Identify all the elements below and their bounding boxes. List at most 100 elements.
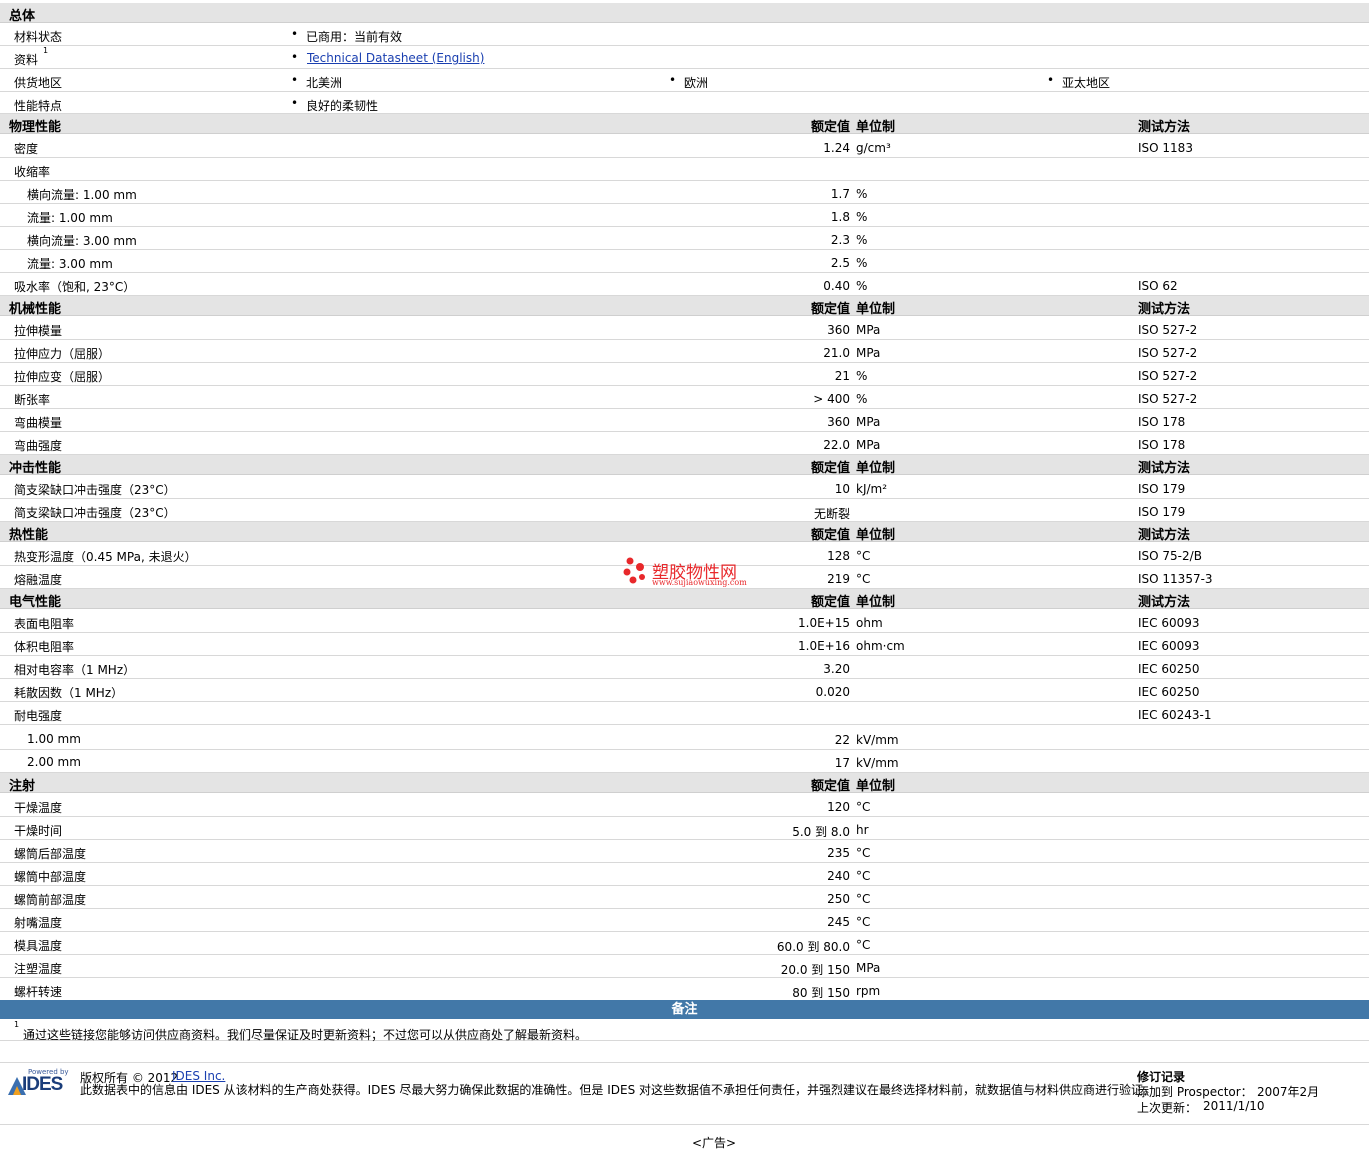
- property-label: 干燥温度: [14, 801, 63, 815]
- property-value: 22: [834, 733, 850, 747]
- spacer-row: [0, 1042, 1369, 1063]
- property-label: 2.00 mm: [27, 755, 81, 769]
- property-label: 弯曲强度: [14, 439, 63, 453]
- footer-divider: [0, 1124, 1369, 1125]
- property-value: 245: [827, 915, 850, 929]
- property-row: 耗散因数（1 MHz） 0.020 IEC 60250: [0, 679, 1369, 702]
- property-method: ISO 11357-3: [1138, 572, 1213, 586]
- property-row: 简支梁缺口冲击强度（23°C） 10 kJ/m² ISO 179: [0, 476, 1369, 499]
- property-unit: °C: [856, 846, 871, 860]
- property-label: 吸水率（饱和, 23°C）: [14, 280, 136, 294]
- property-label: 熔融温度: [14, 573, 63, 587]
- property-row: 拉伸应变（屈服） 21% ISO 527-2: [0, 363, 1369, 386]
- property-value: 240: [827, 869, 850, 883]
- property-method: ISO 179: [1138, 482, 1186, 496]
- overview-row: 资料 1 Technical Datasheet (English) •: [0, 46, 1369, 69]
- overview-item: 良好的柔韧性: [306, 99, 379, 113]
- property-row: 干燥时间 5.0 到 8.0 hr: [0, 817, 1369, 840]
- property-unit: °C: [856, 915, 871, 929]
- revision-added-label: 添加到 Prospector：: [1137, 1085, 1253, 1099]
- property-value: 2.5: [830, 256, 850, 270]
- revision-updated-value: 2011/1/10: [1203, 1099, 1265, 1113]
- overview-item: 北美洲: [306, 76, 343, 90]
- property-unit: %: [856, 233, 868, 247]
- property-label: 流量: 1.00 mm: [27, 211, 113, 225]
- section-header-overview: 总体: [0, 3, 1369, 24]
- property-value: 1.0E+16: [798, 639, 850, 653]
- property-label: 拉伸模量: [14, 324, 63, 338]
- section-header: 冲击性能 额定值 单位制 测试方法: [0, 455, 1369, 476]
- property-value: 360: [827, 323, 850, 337]
- ad-label: <广告>: [692, 1136, 737, 1150]
- property-row: 螺筒中部温度 240 °C: [0, 863, 1369, 886]
- property-label: 横向流量: 3.00 mm: [27, 234, 137, 248]
- company-link[interactable]: IDES Inc.: [172, 1069, 225, 1083]
- property-value: > 400: [813, 392, 850, 406]
- property-value: 22.0: [823, 438, 850, 452]
- property-unit: MPa: [856, 346, 881, 360]
- property-label: 简支梁缺口冲击强度（23°C）: [14, 483, 176, 497]
- overview-row: 性能特点 • 良好的柔韧性: [0, 92, 1369, 114]
- section-title: 电气性能: [9, 595, 62, 610]
- property-label: 收缩率: [14, 165, 51, 179]
- watermark: 塑胶物性网 www.sujiaowuxing.com: [620, 555, 760, 595]
- property-method: ISO 75-2/B: [1138, 549, 1202, 563]
- footer-disclaimer: 此数据表中的信息由 IDES 从该材料的生产商处获得。IDES 尽最大努力确保此…: [80, 1083, 1156, 1097]
- property-method: ISO 527-2: [1138, 369, 1198, 383]
- header-method: 测试方法: [1138, 528, 1191, 543]
- bullet-icon: •: [1047, 73, 1055, 87]
- overview-item: 亚太地区: [1062, 76, 1111, 90]
- property-unit: %: [856, 210, 868, 224]
- property-row: 表面电阻率 1.0E+15 ohm IEC 60093: [0, 610, 1369, 633]
- header-method: 测试方法: [1138, 120, 1191, 135]
- property-label: 弯曲模量: [14, 416, 63, 430]
- property-row: 吸水率（饱和, 23°C） 0.40% ISO 62: [0, 273, 1369, 296]
- property-method: IEC 60243-1: [1138, 708, 1212, 722]
- property-unit: °C: [856, 549, 871, 563]
- property-method: ISO 1183: [1138, 141, 1193, 155]
- header-unit: 单位制: [856, 779, 896, 794]
- property-value: 250: [827, 892, 850, 906]
- property-value: 1.0E+15: [798, 616, 850, 630]
- property-value: 120: [827, 800, 850, 814]
- property-label: 螺杆转速: [14, 985, 63, 999]
- datasheet-link[interactable]: Technical Datasheet (English): [307, 51, 484, 65]
- property-label: 1.00 mm: [27, 732, 81, 746]
- header-unit: 单位制: [856, 595, 896, 610]
- property-value: 0.40: [823, 279, 850, 293]
- property-row: 横向流量: 3.00 mm 2.3%: [0, 227, 1369, 250]
- property-label: 断张率: [14, 393, 51, 407]
- property-row: 弯曲模量 360 MPa ISO 178: [0, 409, 1369, 432]
- bullet-icon: •: [291, 50, 299, 64]
- section-title: 冲击性能: [9, 461, 62, 476]
- property-value: 80 到 150: [792, 986, 850, 1000]
- property-row: 拉伸模量 360 MPa ISO 527-2: [0, 317, 1369, 340]
- property-unit: °C: [856, 572, 871, 586]
- property-label: 体积电阻率: [14, 640, 75, 654]
- property-row: 螺筒后部温度 235 °C: [0, 840, 1369, 863]
- footnote-marker: 1: [43, 46, 49, 55]
- property-row: 流量: 3.00 mm 2.5%: [0, 250, 1369, 273]
- property-label: 相对电容率（1 MHz）: [14, 663, 136, 677]
- row-label: 资料: [14, 53, 39, 67]
- bullet-icon: •: [669, 73, 677, 87]
- overview-item: 欧洲: [684, 76, 709, 90]
- property-label: 耐电强度: [14, 709, 63, 723]
- bullet-icon: •: [291, 96, 299, 110]
- property-label: 注塑温度: [14, 962, 63, 976]
- header-method: 测试方法: [1138, 461, 1191, 476]
- property-row: 横向流量: 1.00 mm 1.7%: [0, 181, 1369, 204]
- ides-logo[interactable]: Powered by IDES: [6, 1066, 72, 1098]
- section-header: 热性能 额定值 单位制 测试方法: [0, 522, 1369, 543]
- property-unit: ohm: [856, 616, 883, 630]
- property-label: 流量: 3.00 mm: [27, 257, 113, 271]
- property-value: 3.20: [823, 662, 850, 676]
- header-unit: 单位制: [856, 120, 896, 135]
- property-row: 收缩率: [0, 158, 1369, 181]
- property-row: 螺杆转速 80 到 150 rpm: [0, 978, 1369, 1001]
- row-label: 供货地区: [14, 76, 63, 90]
- property-row: 密度 1.24 g/cm³ ISO 1183: [0, 135, 1369, 158]
- property-label: 热变形温度（0.45 MPa, 未退火）: [14, 550, 197, 564]
- property-value: 10: [834, 482, 850, 496]
- property-label: 干燥时间: [14, 824, 63, 838]
